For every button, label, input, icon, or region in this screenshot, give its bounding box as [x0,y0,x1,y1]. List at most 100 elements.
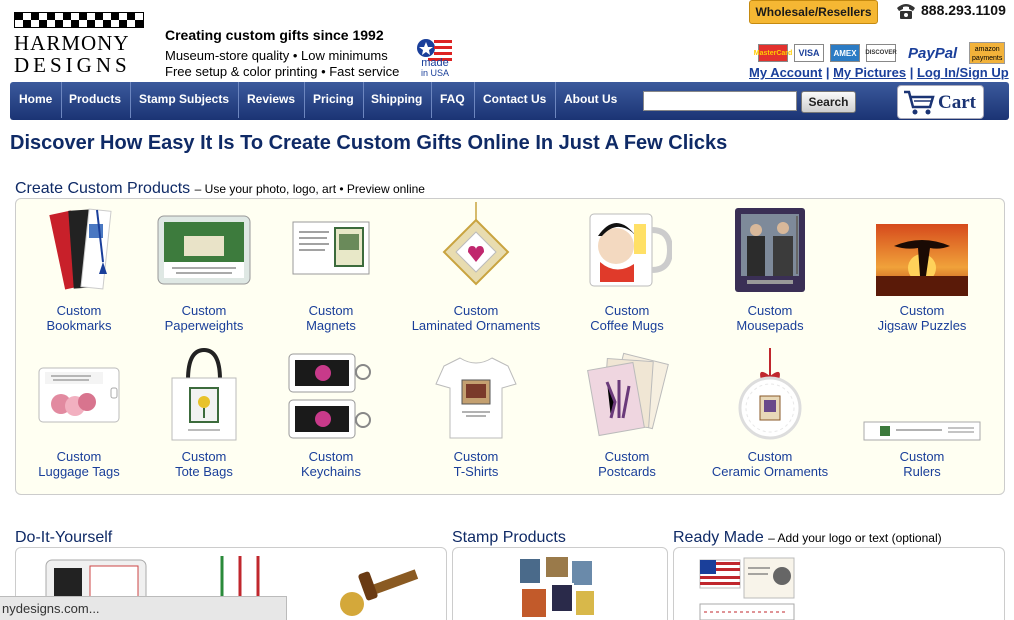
product-label-line1: Custom [56,449,102,464]
nav-faq[interactable]: FAQ [431,82,475,118]
logo-line2: DESIGNS [14,53,131,77]
custom-products-title[interactable]: Create Custom Products [15,180,190,197]
product-label-line1: Custom [453,449,499,464]
product-label-line2: Ceramic Ornaments [711,464,829,479]
search-input[interactable] [643,91,797,111]
login-signup-link[interactable]: Log In/Sign Up [917,65,1009,80]
my-account-link[interactable]: My Account [749,65,822,80]
stamp-products-collage-icon [518,555,596,619]
product-keychains[interactable]: Custom Keychains [261,350,401,479]
ruler-icon [863,421,981,441]
paypal-logo: PayPal [908,44,958,62]
harmony-designs-logo[interactable]: HARMONY DESIGNS [14,12,148,76]
ready-made-collage-icon [699,557,795,620]
search-button[interactable]: Search [801,91,856,113]
product-jigsaw-puzzles[interactable]: Custom Jigsaw Puzzles [852,206,992,333]
product-coffee-mugs[interactable]: Custom Coffee Mugs [557,206,697,333]
stamp-products-panel [452,547,668,620]
product-label-line1: Custom [604,303,650,318]
nav-about-us[interactable]: About Us [555,82,626,118]
luggage-tag-icon [38,367,120,423]
features-line2: Free setup & color printing • Fast servi… [165,64,400,79]
stamp-products-heading[interactable]: Stamp Products [452,529,566,547]
t-shirt-icon [435,357,517,439]
nav-home[interactable]: Home [10,82,63,118]
product-label-line1: Custom [747,449,793,464]
browser-status-bar: nydesigns.com... [0,596,287,620]
cart-label: Cart [938,92,976,113]
wholesale-resellers-button[interactable]: Wholesale/Resellers [749,0,878,24]
product-ceramic-ornaments[interactable]: Custom Ceramic Ornaments [700,346,840,479]
separator: | [909,65,917,80]
product-label-line1: Custom [899,303,945,318]
my-pictures-link[interactable]: My Pictures [833,65,906,80]
product-label-line1: Custom [181,449,227,464]
product-label-line2: Paperweights [164,318,244,333]
product-label-line2: T-Shirts [453,464,499,479]
in-usa-label: in USA [420,68,449,78]
checkerboard-logo-icon [14,12,144,28]
product-label-line1: Custom [308,449,354,464]
features-line1: Museum-store quality • Low minimums [165,48,388,63]
payment-methods: MasterCard VISA AMEX DISCOVER PayPal ama… [754,42,1006,64]
nav-contact-us[interactable]: Contact Us [474,82,557,118]
ready-made-subtitle: – Add your logo or text (optional) [768,531,942,545]
product-mousepads[interactable]: Custom Mousepads [700,206,840,333]
phone-text: 888.293.1109 [921,2,1006,18]
page-headline: Discover How Easy It Is To Create Custom… [10,132,728,154]
product-tote-bags[interactable]: Custom Tote Bags [134,346,274,479]
product-t-shirts[interactable]: Custom T-Shirts [406,352,546,479]
product-label-line2: Jigsaw Puzzles [877,318,967,333]
diy-gavel-icon [340,569,419,616]
mousepad-icon [735,208,805,292]
ready-made-title[interactable]: Ready Made [673,529,764,546]
visa-icon: VISA [794,44,824,62]
jigsaw-puzzle-icon [876,224,968,296]
product-label-line2: Bookmarks [46,318,112,333]
product-label-line2: Keychains [301,464,361,479]
made-in-usa-text: made in USA [415,57,455,79]
product-label-line2: Tote Bags [175,464,233,479]
custom-products-heading: Create Custom Products – Use your photo,… [15,180,425,198]
product-label-line1: Custom [56,303,102,318]
keychain-icon [288,353,371,439]
nav-stamp-subjects[interactable]: Stamp Subjects [130,82,240,118]
product-label-line2: Magnets [306,318,356,333]
product-laminated-ornaments[interactable]: Custom Laminated Ornaments [406,202,546,333]
coffee-mug-icon [589,213,674,287]
custom-products-subtitle: – Use your photo, logo, art • Preview on… [194,182,425,196]
product-label-line2: Rulers [903,464,941,479]
logo-line1: HARMONY [14,31,130,55]
ceramic-ornament-icon [738,348,802,440]
product-luggage-tags[interactable]: Custom Luggage Tags [9,352,149,479]
product-label-line1: Custom [308,303,354,318]
cart-button[interactable]: Cart [897,85,984,119]
product-magnets[interactable]: Custom Magnets [261,206,401,333]
discover-icon: DISCOVER [865,44,897,62]
nav-pricing[interactable]: Pricing [304,82,364,118]
nav-products[interactable]: Products [60,82,132,118]
product-label-line2: Laminated Ornaments [411,318,541,333]
amex-icon: AMEX [830,44,860,62]
tote-bag-icon [171,347,237,441]
bookmarks-icon [49,208,112,290]
product-postcards[interactable]: Custom Postcards [557,352,697,479]
ready-made-heading: Ready Made – Add your logo or text (opti… [673,529,942,547]
account-links: My Account | My Pictures | Log In/Sign U… [749,65,1009,80]
product-paperweights[interactable]: Custom Paperweights [134,206,274,333]
diy-heading[interactable]: Do-It-Yourself [15,529,112,547]
product-rulers[interactable]: Custom Rulers [852,352,992,479]
nav-shipping[interactable]: Shipping [362,82,433,118]
phone-number[interactable]: 888.293.1109 [895,2,1006,20]
separator: | [825,65,834,80]
amazon-payments-logo: amazon payments [969,42,1006,64]
main-navbar: Home Products Stamp Subjects Reviews Pri… [10,82,1009,120]
tagline: Creating custom gifts since 1992 [165,27,384,43]
product-label-line1: Custom [899,449,945,464]
product-bookmarks[interactable]: Custom Bookmarks [9,206,149,333]
product-label-line1: Custom [453,303,499,318]
nav-reviews[interactable]: Reviews [238,82,306,118]
ready-made-panel [673,547,1005,620]
mastercard-icon: MasterCard [754,44,792,62]
made-label: made [421,57,449,69]
